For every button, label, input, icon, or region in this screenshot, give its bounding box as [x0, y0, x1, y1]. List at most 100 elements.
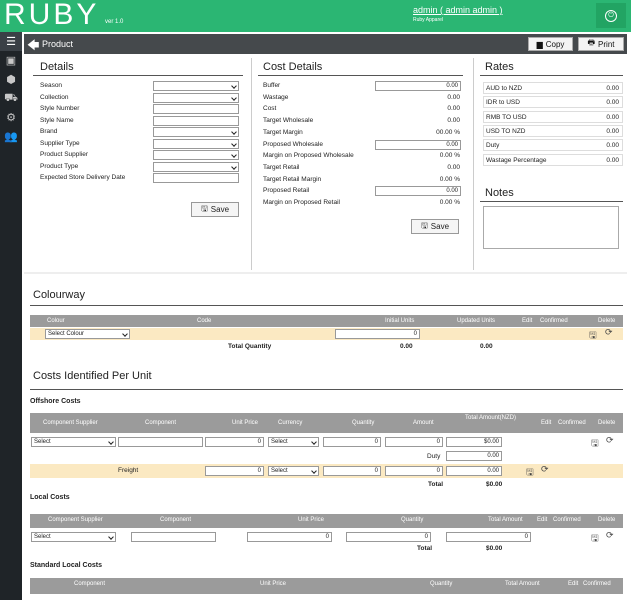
component-supplier-select[interactable]: Select [31, 437, 116, 447]
cost-field-label: Margin on Proposed Wholesale [263, 152, 354, 160]
col-confirmed: Confirmed [558, 420, 586, 426]
rate-label: Duty [486, 142, 500, 150]
details-select[interactable] [153, 161, 239, 172]
rate-row: USD TO NZD 0.00 [483, 124, 623, 137]
rate-row: AUD to NZD 0.00 [483, 82, 623, 94]
details-select[interactable] [153, 92, 239, 103]
col-quantity: Quantity [352, 420, 375, 426]
notes-divider [480, 201, 623, 202]
rate-value: 0.00 [606, 127, 619, 135]
currency-select[interactable]: Select [268, 437, 319, 447]
total-initial-units: 0.00 [400, 343, 413, 350]
cost-field-label: Cost [263, 105, 277, 113]
col-confirmed: Confirmed [553, 517, 581, 523]
details-input[interactable] [153, 104, 239, 114]
save-icon[interactable]: 🖫 [591, 531, 599, 547]
details-select[interactable] [153, 150, 239, 160]
total-amount-input[interactable]: $0.00 [446, 437, 502, 447]
rate-row: RMB TO USD 0.00 [483, 110, 623, 123]
details-field-label: Style Name [40, 116, 74, 124]
copy-button[interactable]: ▆ Copy [528, 37, 573, 51]
rate-label: IDR to USD [486, 99, 520, 107]
col-unit-price: Unit Price [260, 581, 287, 587]
unit-price-input[interactable]: 0 [205, 437, 264, 447]
duty-input[interactable]: 0.00 [446, 451, 502, 461]
logout-button[interactable]: ⏻ [596, 3, 626, 28]
col-delete: Delete [598, 517, 616, 523]
cost-input[interactable]: 0.00 [375, 139, 461, 150]
rate-row: Wastage Percentage 0.00 [483, 153, 623, 166]
cost-value: 0.00 % [439, 199, 460, 206]
costs-title: Costs Identified Per Unit [33, 370, 152, 382]
shipping-icon[interactable]: ⛟ [0, 89, 22, 108]
offshore-total: $0.00 [486, 481, 503, 488]
local-total-label: Total [417, 545, 433, 552]
rate-label: RMB TO USD [486, 113, 527, 121]
cost-field-label: Target Wholesale [263, 117, 314, 125]
freight-unit-price[interactable]: 0 [205, 466, 264, 476]
cost-save-button[interactable]: 🖫 Save [411, 219, 459, 234]
details-field-label: Collection [40, 93, 69, 101]
col-component: Component [145, 420, 177, 426]
refresh-icon[interactable]: ⟳ [605, 327, 613, 338]
freight-quantity[interactable]: 0 [323, 466, 381, 476]
col-component: Component [160, 517, 192, 523]
details-input[interactable] [153, 173, 239, 183]
cost-input[interactable]: 0.00 [375, 81, 461, 91]
print-button[interactable]: 🖶 Print [578, 37, 624, 51]
refresh-icon[interactable]: ⟳ [606, 435, 614, 446]
back-arrow-icon[interactable]: 🡄 [27, 36, 39, 57]
refresh-icon[interactable]: ⟳ [541, 464, 549, 475]
cost-field-label: Target Retail [263, 163, 300, 171]
component-input[interactable] [118, 437, 203, 447]
save-icon[interactable]: 🖫 [589, 328, 597, 344]
colourway-divider [30, 305, 623, 306]
freight-amount[interactable]: 0 [385, 466, 443, 476]
box-icon[interactable]: ⬢ [0, 70, 22, 89]
amount-input[interactable]: 0 [385, 437, 443, 447]
details-select[interactable] [153, 81, 239, 91]
menu-icon[interactable]: ☰ [0, 32, 22, 51]
freight-total[interactable]: 0.00 [446, 466, 502, 476]
details-input[interactable] [153, 115, 239, 126]
col-total-amount: Total Amount [488, 517, 523, 523]
local-component-input[interactable] [131, 532, 216, 542]
rate-label: AUD to NZD [486, 85, 523, 92]
local-quantity[interactable]: 0 [346, 532, 431, 542]
settings-icon[interactable]: ⚙ [0, 108, 22, 127]
colour-select[interactable]: Select Colour [45, 329, 130, 339]
initial-units-input[interactable]: 0 [335, 329, 420, 339]
users-icon[interactable]: 👥 [0, 127, 22, 146]
cost-field-label: Target Margin [263, 128, 303, 136]
power-icon: ⏻ [605, 9, 617, 22]
local-total-amount[interactable]: 0 [446, 532, 531, 542]
cost-field-label: Margin on Proposed Retail [263, 199, 340, 206]
details-field-label: Product Supplier [40, 151, 89, 158]
details-select[interactable] [153, 138, 239, 149]
col-updated-units: Updated Units [457, 318, 496, 324]
save-icon[interactable]: 🖫 [591, 436, 599, 452]
notes-textarea[interactable] [483, 206, 619, 249]
freight-currency-select[interactable]: Select [268, 466, 319, 476]
col-component-supplier: Component Supplier [43, 420, 98, 426]
cost-value: 0.00 [447, 163, 460, 171]
user-menu[interactable]: admin ( admin admin ) [413, 5, 503, 15]
quantity-input[interactable]: 0 [323, 437, 381, 447]
details-select[interactable] [153, 127, 239, 137]
colourway-header: Colour Code Initial Units Updated Units … [30, 315, 623, 327]
col-code: Code [197, 318, 212, 324]
local-supplier-select[interactable]: Select [31, 532, 116, 542]
details-save-button[interactable]: 🖫 Save [191, 202, 239, 217]
local-unit-price[interactable]: 0 [247, 532, 332, 542]
cost-input[interactable]: 0.00 [375, 186, 461, 197]
offshore-title: Offshore Costs [30, 398, 81, 405]
products-icon[interactable]: ▣ [0, 51, 22, 70]
col-colour: Colour [47, 318, 65, 324]
save-icon[interactable]: 🖫 [526, 465, 534, 481]
page-title: Product [42, 39, 74, 49]
cost-divider [258, 75, 463, 76]
cost-field-label: Proposed Retail [263, 187, 310, 195]
rate-value: 0.00 [606, 142, 619, 150]
rate-label: Wastage Percentage [486, 156, 547, 164]
refresh-icon[interactable]: ⟳ [606, 530, 614, 541]
